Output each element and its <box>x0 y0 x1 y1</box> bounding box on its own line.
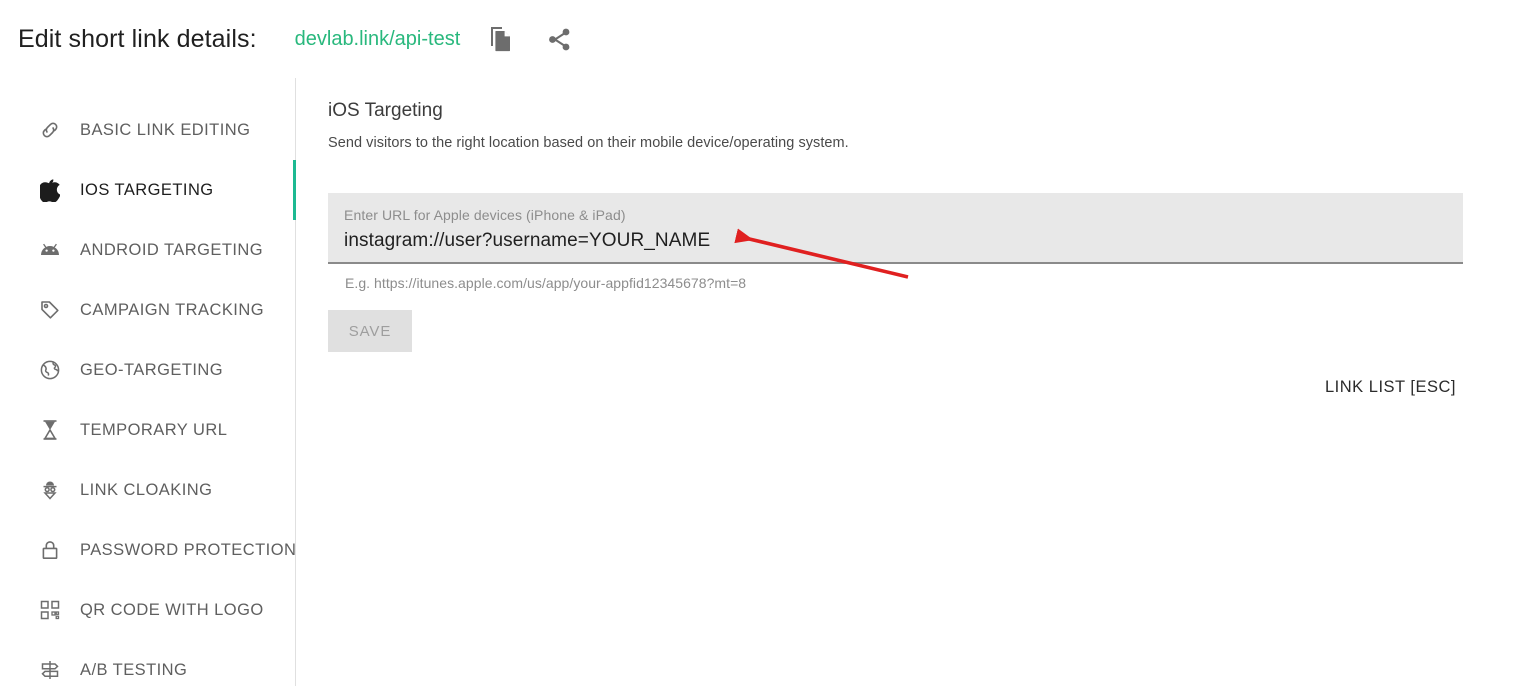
sidebar-item-label: IOS TARGETING <box>80 180 214 199</box>
ios-url-field[interactable]: Enter URL for Apple devices (iPhone & iP… <box>328 193 1463 264</box>
qr-code-icon <box>38 598 62 622</box>
section-title: iOS Targeting <box>328 100 443 121</box>
sidebar-nav: BASIC LINK EDITING IOS TARGETING ANDROID… <box>0 78 296 686</box>
hourglass-icon <box>38 418 62 442</box>
link-list-button[interactable]: LINK LIST [ESC] <box>1325 378 1456 397</box>
signpost-icon <box>38 658 62 682</box>
spy-icon <box>38 478 62 502</box>
ios-url-input[interactable] <box>344 230 1447 252</box>
sidebar-item-label: CAMPAIGN TRACKING <box>80 300 264 319</box>
sidebar-item-label: BASIC LINK EDITING <box>80 120 251 139</box>
short-link-url[interactable]: devlab.link/api-test <box>295 28 461 51</box>
globe-icon <box>38 358 62 382</box>
section-description: Send visitors to the right location base… <box>328 135 849 151</box>
sidebar-item-label: PASSWORD PROTECTION <box>80 540 297 559</box>
sidebar-item-label: GEO-TARGETING <box>80 360 224 379</box>
android-icon <box>38 238 62 262</box>
sidebar-item-password-protection[interactable]: PASSWORD PROTECTION <box>0 520 297 580</box>
save-button[interactable]: SAVE <box>328 310 412 352</box>
page-title: Edit short link details: <box>18 24 257 53</box>
header-bar: Edit short link details: devlab.link/api… <box>0 0 1518 78</box>
sidebar-item-geo-targeting[interactable]: GEO-TARGETING <box>0 340 295 400</box>
sidebar-item-temporary-url[interactable]: TEMPORARY URL <box>0 400 295 460</box>
sidebar-item-basic-link-editing[interactable]: BASIC LINK EDITING <box>0 100 295 160</box>
sidebar-item-label: ANDROID TARGETING <box>80 240 264 259</box>
main-content: iOS Targeting Send visitors to the right… <box>296 78 1518 686</box>
sidebar-item-link-cloaking[interactable]: LINK CLOAKING <box>0 460 295 520</box>
sidebar-item-qr-code-with-logo[interactable]: QR CODE WITH LOGO <box>0 580 295 640</box>
sidebar-item-ab-testing[interactable]: A/B TESTING <box>0 640 295 700</box>
sidebar-item-ios-targeting[interactable]: IOS TARGETING <box>0 160 296 220</box>
sidebar-item-android-targeting[interactable]: ANDROID TARGETING <box>0 220 295 280</box>
sidebar-item-label: QR CODE WITH LOGO <box>80 600 264 619</box>
copy-icon[interactable] <box>488 25 514 53</box>
lock-icon <box>38 538 62 562</box>
sidebar-item-label: LINK CLOAKING <box>80 480 213 499</box>
sidebar-item-label: TEMPORARY URL <box>80 420 228 439</box>
sidebar-item-campaign-tracking[interactable]: CAMPAIGN TRACKING <box>0 280 295 340</box>
link-chain-icon <box>38 118 62 142</box>
ios-url-field-label: Enter URL for Apple devices (iPhone & iP… <box>344 207 626 223</box>
share-icon[interactable] <box>546 26 573 53</box>
tag-icon <box>38 298 62 322</box>
ios-url-field-hint: E.g. https://itunes.apple.com/us/app/you… <box>345 275 747 291</box>
sidebar-item-label: A/B TESTING <box>80 660 188 679</box>
apple-icon <box>38 178 62 202</box>
